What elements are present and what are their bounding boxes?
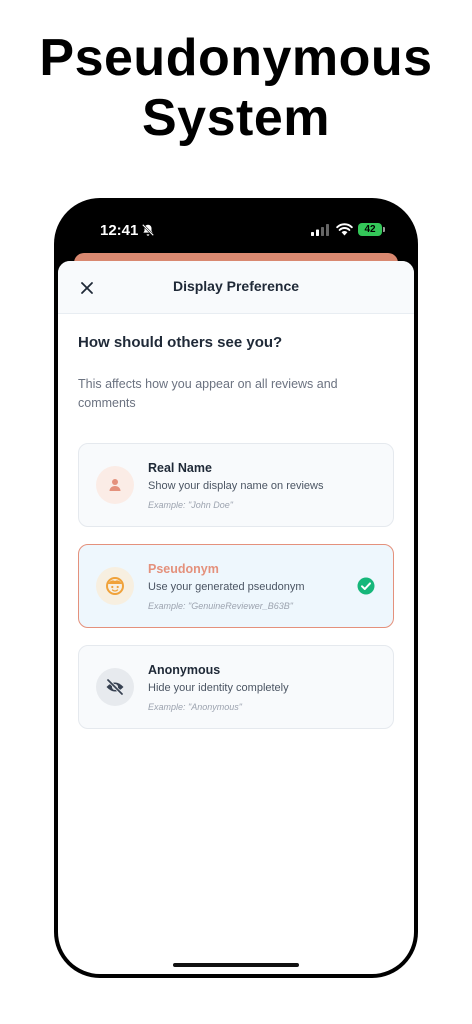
question-heading: How should others see you? [78,334,283,351]
option-real-name[interactable]: Real Name Show your display name on revi… [78,443,394,527]
app-store-screenshot: Pseudonymous System 12:41 42 Display Pre… [0,0,472,1024]
person-icon [109,479,121,491]
wifi-icon [336,223,353,236]
phone-frame: 12:41 42 Display Preference How should o… [54,198,418,978]
option-subtitle: Show your display name on reviews [148,480,324,492]
real-name-icon-badge [96,466,134,504]
status-bar: 12:41 42 [58,202,414,258]
bell-slash-icon [141,223,155,237]
marketing-headline: Pseudonymous System [0,28,472,148]
pseudonym-icon-badge [96,567,134,605]
headline-line-1: Pseudonymous [39,29,433,87]
eye-slash-icon [106,679,124,695]
phone-screen: 12:41 42 Display Preference How should o… [58,202,414,974]
option-pseudonym[interactable]: Pseudonym Use your generated pseudonym E… [78,544,394,628]
option-title: Pseudonym [148,562,219,576]
option-title: Anonymous [148,663,221,677]
check-circle-icon [357,577,375,595]
anonymous-icon-badge [96,668,134,706]
option-subtitle: Use your generated pseudonym [148,581,305,593]
display-preference-sheet: Display Preference How should others see… [58,261,414,974]
option-subtitle: Hide your identity completely [148,682,289,694]
option-example: Example: "John Doe" [148,500,233,510]
sheet-title: Display Preference [172,278,300,294]
signal-icon [311,224,329,236]
face-icon [106,577,124,595]
headline-line-2: System [142,89,330,147]
battery-level: 42 [364,224,376,235]
status-time: 12:41 [100,222,139,239]
sheet-header: Display Preference [58,261,414,314]
option-example: Example: "GenuineReviewer_B63B" [148,601,293,611]
option-anonymous[interactable]: Anonymous Hide your identity completely … [78,645,394,729]
description-text: This affects how you appear on all revie… [78,377,338,410]
battery-icon: 42 [358,223,385,236]
home-indicator[interactable] [173,963,299,967]
option-example: Example: "Anonymous" [148,702,242,712]
option-title: Real Name [148,461,212,475]
